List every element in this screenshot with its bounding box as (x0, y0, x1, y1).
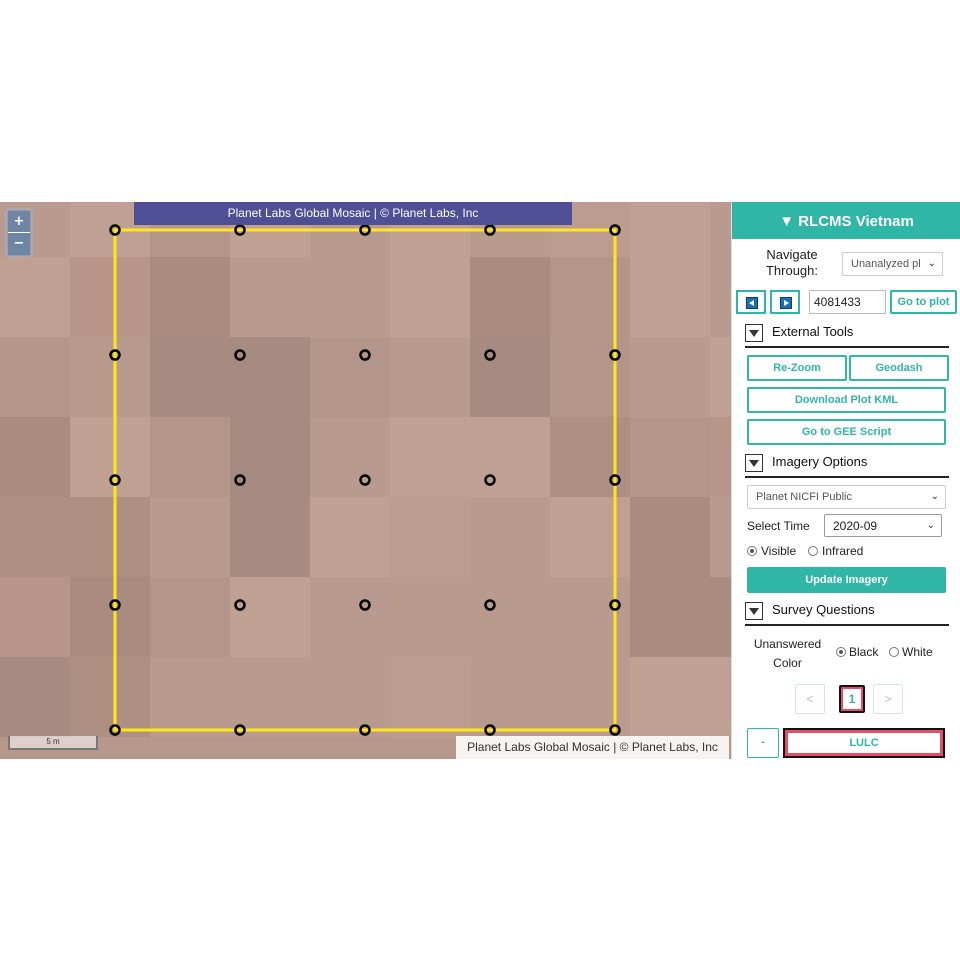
prev-plot-button[interactable] (736, 290, 766, 314)
external-tools-header[interactable]: External Tools (745, 324, 949, 348)
next-question-button[interactable]: > (873, 684, 903, 714)
black-radio[interactable] (836, 647, 846, 657)
infrared-label: Infrared (822, 544, 864, 558)
select-time-label: Select Time (747, 519, 810, 533)
chevron-down-icon: ⌄ (927, 258, 936, 269)
external-tools-title: External Tools (772, 324, 854, 339)
scale-bar: 5 m (8, 736, 98, 750)
download-kml-button[interactable]: Download Plot KML (747, 387, 946, 413)
imagery-options-title: Imagery Options (772, 454, 868, 469)
gee-script-button[interactable]: Go to GEE Script (747, 419, 946, 445)
visible-label: Visible (761, 544, 797, 558)
project-title[interactable]: ▼ RLCMS Vietnam (732, 202, 960, 239)
arrow-left-icon (746, 297, 758, 309)
map-attribution: Planet Labs Global Mosaic | © Planet Lab… (456, 736, 729, 759)
current-question-page[interactable]: 1 (839, 685, 865, 713)
collapse-question-button[interactable]: - (747, 728, 779, 758)
next-plot-button[interactable] (770, 290, 800, 314)
sample-point[interactable] (484, 474, 496, 486)
infrared-radio[interactable] (808, 546, 818, 556)
chevron-down-icon: ⌄ (926, 520, 935, 531)
sample-point[interactable] (484, 349, 496, 361)
imagery-options-header[interactable]: Imagery Options (745, 454, 949, 478)
plot-boundary (113, 228, 617, 732)
sample-point[interactable] (234, 474, 246, 486)
rezoom-button[interactable]: Re-Zoom (747, 355, 847, 381)
zoom-out-button[interactable]: − (8, 233, 30, 255)
sample-point[interactable] (484, 599, 496, 611)
arrow-right-icon (780, 297, 792, 309)
sample-point[interactable] (359, 349, 371, 361)
zoom-control: + − (7, 210, 31, 256)
sample-point[interactable] (234, 599, 246, 611)
sidebar: ▼ RLCMS Vietnam Navigate Through: Unanal… (731, 202, 960, 760)
imagery-source-select[interactable]: Planet NICFI Public ⌄ (747, 485, 946, 509)
sample-point[interactable] (359, 474, 371, 486)
navigate-select[interactable]: Unanalyzed pl ⌄ (842, 252, 943, 276)
unanswered-color-label: Unanswered Color (753, 637, 822, 670)
survey-questions-header[interactable]: Survey Questions (745, 602, 949, 626)
select-time-value: 2020-09 (833, 519, 878, 533)
prev-question-button[interactable]: < (795, 684, 825, 714)
plot-overlay[interactable] (0, 202, 731, 759)
sample-point[interactable] (234, 349, 246, 361)
imagery-banner: Planet Labs Global Mosaic | © Planet Lab… (134, 202, 572, 225)
sample-point[interactable] (359, 599, 371, 611)
collapse-toggle-icon[interactable] (745, 324, 763, 342)
plot-id-input[interactable]: 4081433 (809, 290, 886, 314)
geodash-button[interactable]: Geodash (849, 355, 949, 381)
lulc-question-button[interactable]: LULC (783, 728, 945, 758)
select-time-dropdown[interactable]: 2020-09 ⌄ (824, 514, 942, 537)
zoom-in-button[interactable]: + (8, 211, 30, 233)
black-label: Black (849, 645, 879, 659)
app-window: Planet Labs Global Mosaic | © Planet Lab… (0, 202, 960, 760)
navigate-select-value: Unanalyzed pl (851, 258, 921, 270)
go-to-plot-button[interactable]: Go to plot (890, 290, 957, 314)
white-radio[interactable] (889, 647, 899, 657)
white-label: White (902, 645, 933, 659)
collapse-toggle-icon[interactable] (745, 602, 763, 620)
chevron-down-icon: ⌄ (930, 491, 939, 502)
visible-radio[interactable] (747, 546, 757, 556)
survey-questions-title: Survey Questions (772, 602, 875, 617)
collapse-toggle-icon[interactable] (745, 454, 763, 472)
map-viewer[interactable]: Planet Labs Global Mosaic | © Planet Lab… (0, 202, 731, 759)
update-imagery-button[interactable]: Update Imagery (747, 567, 946, 593)
sample-points[interactable] (109, 224, 621, 736)
navigate-label: Navigate Through: (765, 247, 819, 278)
imagery-source-value: Planet NICFI Public (756, 491, 852, 503)
